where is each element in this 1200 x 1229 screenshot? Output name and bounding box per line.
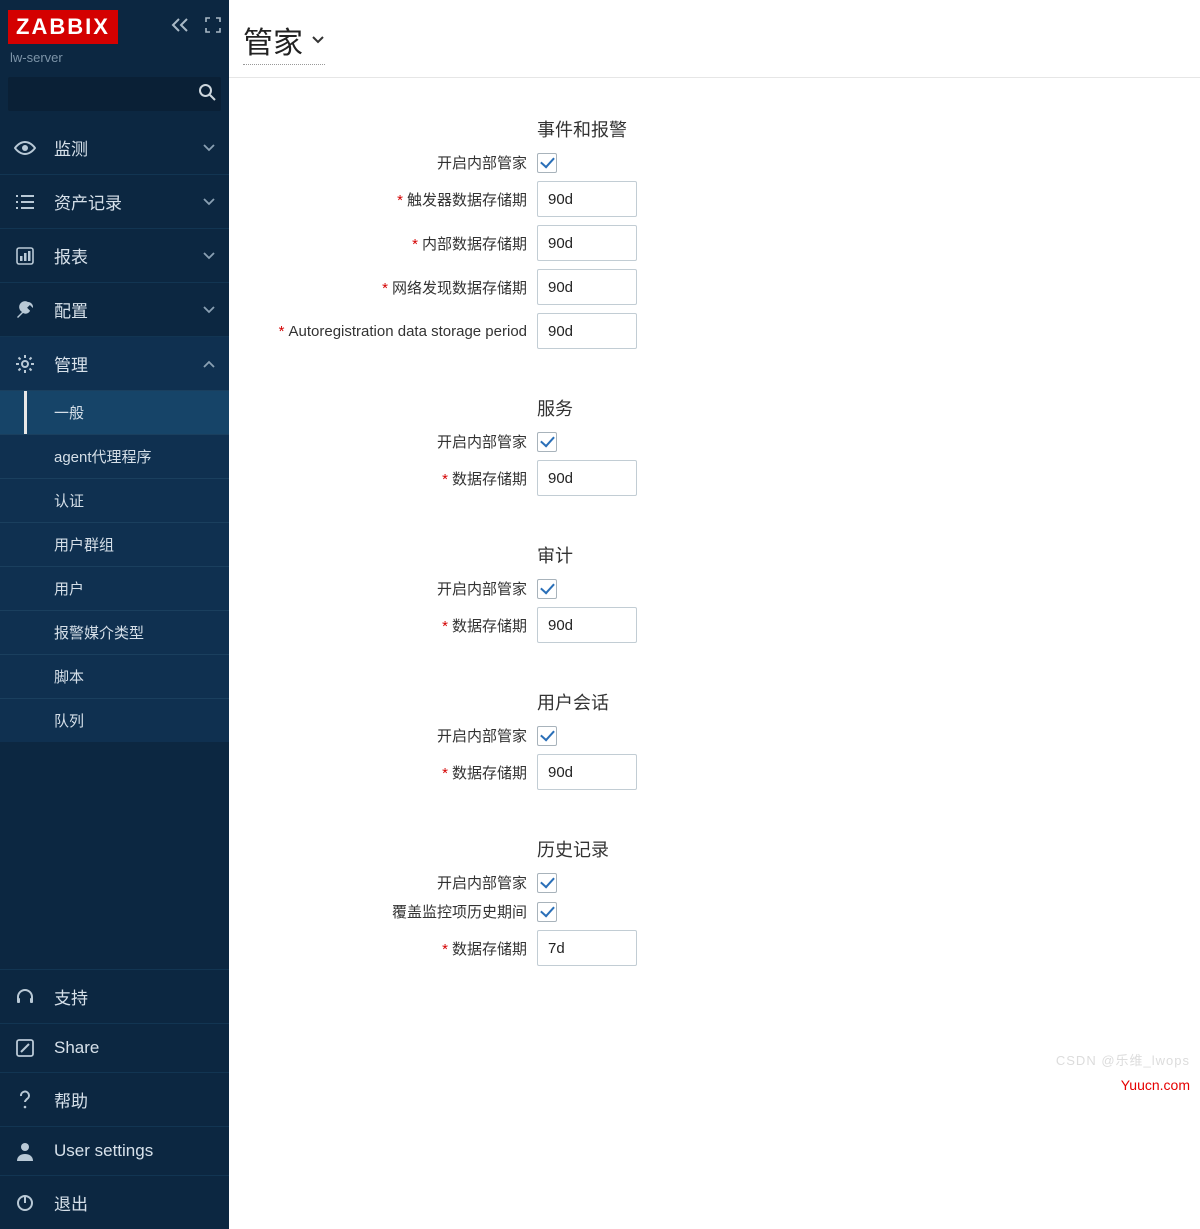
input-sessions-period[interactable] bbox=[537, 754, 637, 790]
nav-user-settings[interactable]: User settings bbox=[0, 1126, 229, 1175]
main: 管家 事件和报警 开启内部管家 *触发器数据存储期 *内部数据存储期 *网络发现… bbox=[229, 0, 1200, 1229]
nav-label: 帮助 bbox=[54, 1087, 215, 1112]
watermark-yuucn: Yuucn.com bbox=[1121, 1077, 1190, 1093]
form-content: 事件和报警 开启内部管家 *触发器数据存储期 *内部数据存储期 *网络发现数据存… bbox=[229, 84, 1200, 1229]
label-enable-hk-audit: 开启内部管家 bbox=[437, 581, 527, 598]
sidebar: ZABBIX lw-server 监测 bbox=[0, 0, 229, 1229]
sidebar-bottom: 支持 Share 帮助 User settings 退出 bbox=[0, 969, 229, 1229]
label-discovery-period: 网络发现数据存储期 bbox=[392, 280, 527, 297]
checkbox-enable-hk-audit[interactable] bbox=[537, 579, 557, 599]
chevron-down-icon bbox=[311, 32, 325, 49]
nav-reports[interactable]: 报表 bbox=[0, 228, 229, 282]
checkbox-enable-hk-services[interactable] bbox=[537, 432, 557, 452]
input-discovery-period[interactable] bbox=[537, 269, 637, 305]
label-sessions-period: 数据存储期 bbox=[452, 765, 527, 782]
nav-label: Share bbox=[54, 1038, 215, 1058]
nav-label: 配置 bbox=[54, 297, 185, 322]
page-header: 管家 bbox=[229, 0, 1200, 78]
chevron-down-icon bbox=[203, 247, 215, 264]
checkbox-enable-hk-history[interactable] bbox=[537, 873, 557, 893]
label-audit-period: 数据存储期 bbox=[452, 618, 527, 635]
eye-icon bbox=[14, 140, 36, 156]
nav-label: 资产记录 bbox=[54, 189, 185, 214]
chevron-down-icon bbox=[203, 301, 215, 318]
label-autoreg-period: Autoregistration data storage period bbox=[289, 323, 527, 340]
collapse-sidebar-icon[interactable] bbox=[169, 17, 191, 37]
section-history-title: 历史记录 bbox=[537, 840, 609, 860]
question-icon bbox=[14, 1090, 36, 1110]
input-history-period[interactable] bbox=[537, 930, 637, 966]
sidebar-header: ZABBIX lw-server bbox=[0, 0, 229, 77]
input-services-period[interactable] bbox=[537, 460, 637, 496]
list-icon bbox=[14, 194, 36, 210]
input-autoreg-period[interactable] bbox=[537, 313, 637, 349]
user-icon bbox=[14, 1141, 36, 1161]
subnav-users[interactable]: 用户 bbox=[0, 566, 229, 610]
input-audit-period[interactable] bbox=[537, 607, 637, 643]
gear-icon bbox=[14, 354, 36, 374]
checkbox-enable-hk-sessions[interactable] bbox=[537, 726, 557, 746]
barchart-icon bbox=[14, 247, 36, 265]
checkbox-enable-hk-events[interactable] bbox=[537, 153, 557, 173]
fullscreen-icon[interactable] bbox=[205, 17, 221, 37]
chevron-up-icon bbox=[203, 355, 215, 372]
watermark-csdn: CSDN @乐维_lwops bbox=[1056, 1050, 1190, 1069]
page-title-dropdown[interactable]: 管家 bbox=[243, 18, 325, 65]
section-audit-title: 审计 bbox=[537, 546, 573, 566]
label-enable-hk-sessions: 开启内部管家 bbox=[437, 728, 527, 745]
subnav-general[interactable]: 一般 bbox=[0, 390, 229, 434]
nav-monitoring[interactable]: 监测 bbox=[0, 121, 229, 174]
subnav-authentication[interactable]: 认证 bbox=[0, 478, 229, 522]
label-services-period: 数据存储期 bbox=[452, 471, 527, 488]
search-input[interactable] bbox=[17, 86, 198, 102]
nav-label: 监测 bbox=[54, 135, 185, 160]
nav-share[interactable]: Share bbox=[0, 1023, 229, 1072]
section-sessions-title: 用户会话 bbox=[537, 693, 609, 713]
nav-administration-submenu: 一般 agent代理程序 认证 用户群组 用户 报警媒介类型 脚本 队列 bbox=[0, 390, 229, 742]
label-internal-period: 内部数据存储期 bbox=[422, 236, 527, 253]
subnav-user-groups[interactable]: 用户群组 bbox=[0, 522, 229, 566]
nav-support[interactable]: 支持 bbox=[0, 969, 229, 1023]
power-icon bbox=[14, 1194, 36, 1212]
subnav-proxies[interactable]: agent代理程序 bbox=[0, 434, 229, 478]
section-services-title: 服务 bbox=[537, 399, 573, 419]
nav-logout[interactable]: 退出 bbox=[0, 1175, 229, 1229]
wrench-icon bbox=[14, 300, 36, 320]
label-enable-hk-events: 开启内部管家 bbox=[437, 155, 527, 172]
chevron-down-icon bbox=[203, 139, 215, 156]
server-name: lw-server bbox=[8, 44, 221, 75]
main-nav: 监测 资产记录 报表 配置 管理 一般 agent代理程序 认证 用户群组 bbox=[0, 121, 229, 969]
label-enable-hk-history: 开启内部管家 bbox=[437, 875, 527, 892]
page-title: 管家 bbox=[243, 18, 303, 62]
nav-label: 报表 bbox=[54, 243, 185, 268]
subnav-queue[interactable]: 队列 bbox=[0, 698, 229, 742]
nav-label: 退出 bbox=[54, 1190, 215, 1215]
nav-administration[interactable]: 管理 bbox=[0, 336, 229, 390]
checkbox-override-history[interactable] bbox=[537, 902, 557, 922]
chevron-down-icon bbox=[203, 193, 215, 210]
label-trigger-period: 触发器数据存储期 bbox=[407, 192, 527, 209]
search-box[interactable] bbox=[8, 77, 221, 111]
input-trigger-period[interactable] bbox=[537, 181, 637, 217]
label-history-period: 数据存储期 bbox=[452, 941, 527, 958]
nav-label: 管理 bbox=[54, 351, 185, 376]
zabbix-logo: ZABBIX bbox=[8, 10, 118, 44]
nav-help[interactable]: 帮助 bbox=[0, 1072, 229, 1126]
label-enable-hk-services: 开启内部管家 bbox=[437, 434, 527, 451]
headset-icon bbox=[14, 987, 36, 1007]
nav-label: User settings bbox=[54, 1141, 215, 1161]
search-icon[interactable] bbox=[198, 83, 216, 105]
subnav-media-types[interactable]: 报警媒介类型 bbox=[0, 610, 229, 654]
subnav-scripts[interactable]: 脚本 bbox=[0, 654, 229, 698]
nav-inventory[interactable]: 资产记录 bbox=[0, 174, 229, 228]
section-events-title: 事件和报警 bbox=[537, 120, 627, 140]
nav-configuration[interactable]: 配置 bbox=[0, 282, 229, 336]
input-internal-period[interactable] bbox=[537, 225, 637, 261]
label-override-history: 覆盖监控项历史期间 bbox=[392, 904, 527, 921]
nav-label: 支持 bbox=[54, 984, 215, 1009]
share-icon bbox=[14, 1039, 36, 1057]
